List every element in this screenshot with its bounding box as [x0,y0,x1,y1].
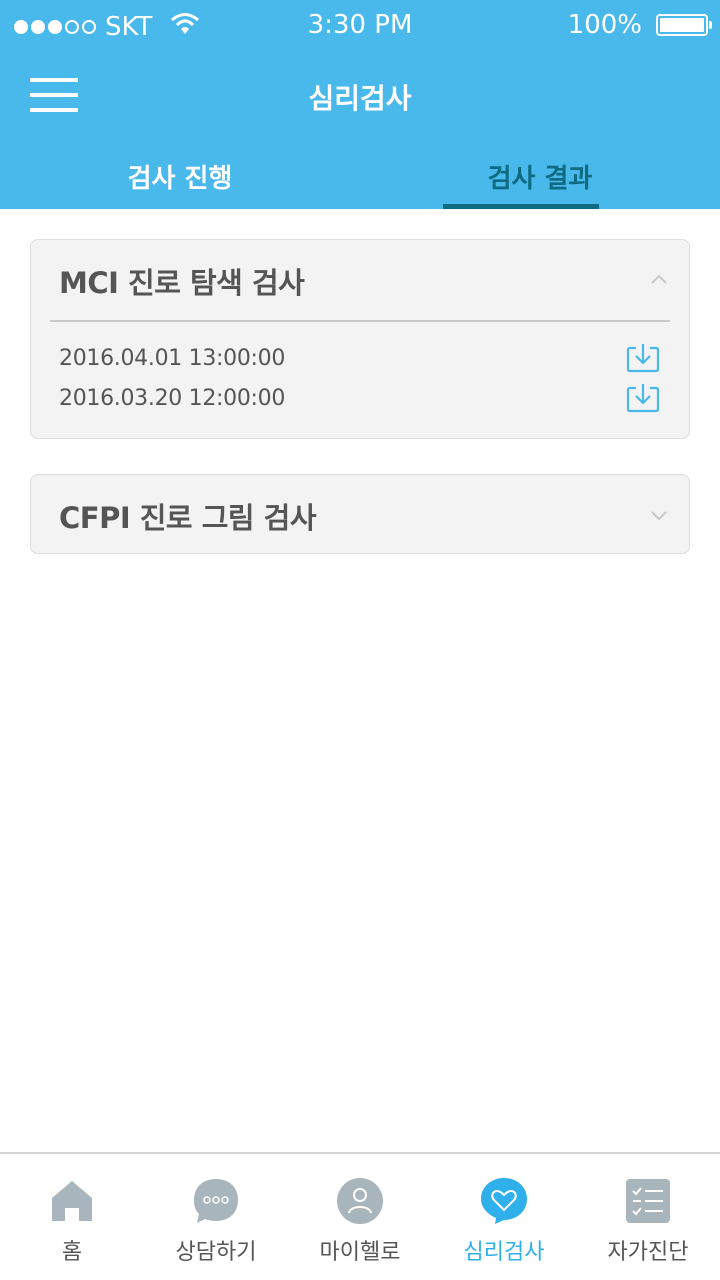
result-entry: 2016.03.20 12:00:00 [59,380,661,420]
app-header: SKT 3:30 PM 100% 심리검사 검사 진행 검사 결과 [0,0,720,209]
nav-item-counseling[interactable]: 상담하기 [144,1154,288,1280]
result-entry: 2016.04.01 13:00:00 [59,340,661,380]
home-icon [52,1181,92,1221]
result-card-mci: MCI 진로 탐색 검사 2016.04.01 13:00:00 2016.03… [30,239,690,439]
nav-label: 심리검사 [463,1240,545,1265]
nav-label: 마이헬로 [319,1240,401,1265]
nav-label: 상담하기 [175,1240,257,1265]
chevron-down-icon[interactable] [649,505,669,525]
chevron-up-icon[interactable] [649,270,669,290]
checklist-icon [626,1179,670,1223]
battery-icon [656,14,712,36]
result-card-title: MCI 진로 탐색 검사 [59,266,305,300]
nav-item-my-hello[interactable]: 마이헬로 [288,1154,432,1280]
result-datetime: 2016.03.20 12:00:00 [59,386,286,411]
user-icon [337,1178,383,1224]
active-tab-indicator [443,204,599,209]
chat-icon [194,1179,238,1223]
download-icon[interactable] [625,342,661,374]
heart-icon [481,1178,527,1224]
result-card-cfpi[interactable]: CFPI 진로 그림 검사 [30,474,690,554]
nav-item-home[interactable]: 홈 [0,1154,144,1280]
result-card-title: CFPI 진로 그림 검사 [59,501,317,535]
nav-item-psych-test[interactable]: 심리검사 [432,1154,576,1280]
battery-percentage: 100% [567,10,642,40]
tab-label: 검사 결과 [487,164,593,194]
bottom-navigation: 홈 상담하기 마이헬로 심리검사 자가진단 [0,1152,720,1280]
status-bar: SKT 3:30 PM 100% [0,0,720,52]
result-datetime: 2016.04.01 13:00:00 [59,346,286,371]
nav-label: 홈 [61,1240,83,1265]
divider [50,320,670,322]
nav-label: 자가진단 [607,1240,689,1265]
tab-test-progress[interactable]: 검사 진행 [0,150,360,209]
page-title: 심리검사 [308,82,412,115]
tab-label: 검사 진행 [127,164,233,194]
download-icon[interactable] [625,382,661,414]
tab-test-results[interactable]: 검사 결과 [360,150,720,209]
nav-item-self-diagnosis[interactable]: 자가진단 [576,1154,720,1280]
